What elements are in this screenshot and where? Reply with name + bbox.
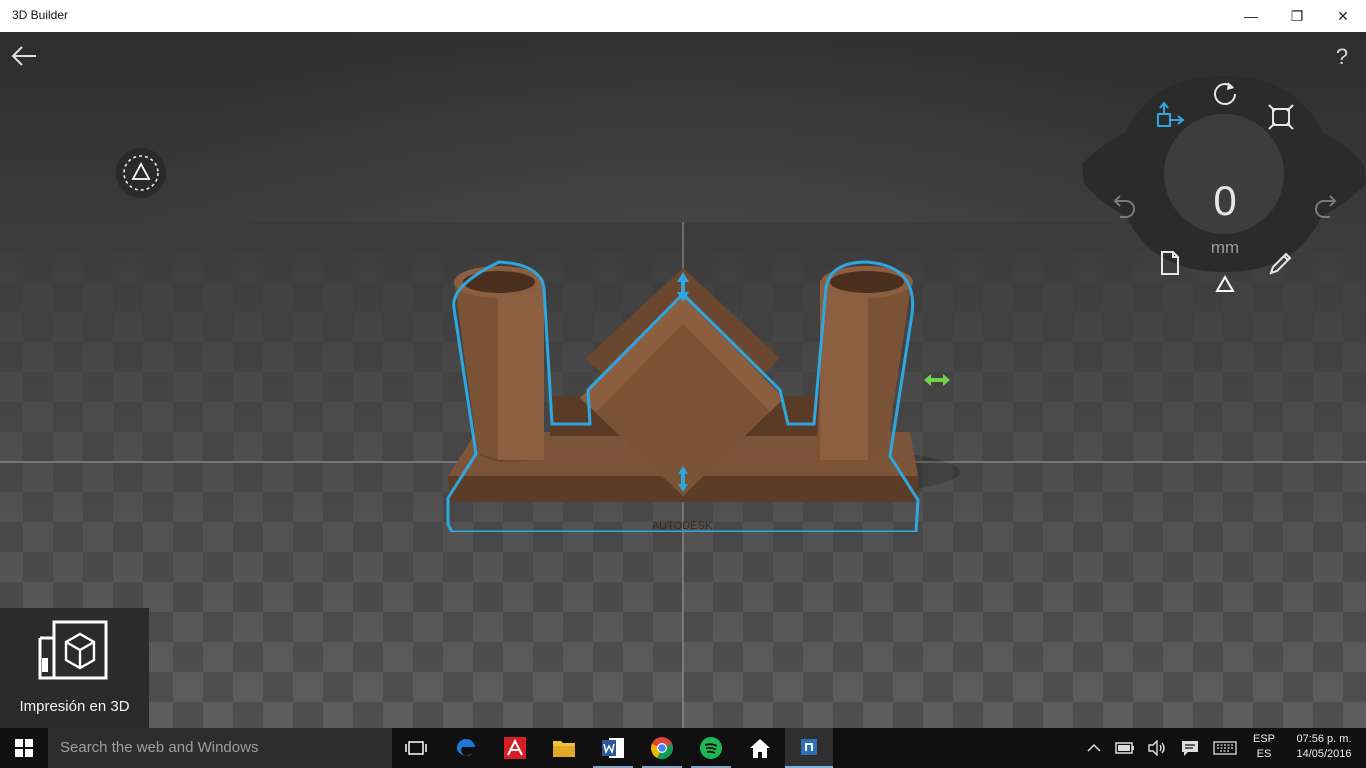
minimize-icon: — — [1244, 8, 1258, 24]
rotate-icon — [1214, 82, 1236, 105]
triangle-icon — [1215, 274, 1235, 292]
task-view-icon — [405, 741, 427, 755]
3d-model-pen-holder[interactable]: AUTODESK — [440, 232, 960, 532]
taskbar-chrome[interactable] — [638, 728, 686, 768]
close-button[interactable]: ✕ — [1320, 0, 1366, 32]
triangle-mode-button[interactable] — [1210, 272, 1240, 298]
taskbar-spotify[interactable] — [687, 728, 735, 768]
language-code: ESP — [1252, 733, 1275, 745]
search-placeholder: Search the web and Windows — [60, 739, 259, 756]
taskbar: Search the web and Windows ESP ES 07:56 … — [0, 728, 1366, 768]
battery-button[interactable] — [1112, 728, 1138, 768]
redo-icon — [1315, 195, 1337, 218]
help-icon: ? — [1335, 44, 1349, 69]
dimension-unit: mm — [1210, 238, 1240, 257]
title-bar: 3D Builder — ❐ ✕ — [0, 0, 1366, 32]
model-brand-text: AUTODESK — [652, 520, 713, 532]
action-center-button[interactable] — [1176, 728, 1204, 768]
rotate-button[interactable] — [1210, 78, 1240, 108]
start-button[interactable] — [0, 728, 48, 768]
undo-button[interactable] — [1110, 190, 1140, 220]
back-button[interactable] — [10, 44, 38, 68]
triangle-selection-icon — [123, 155, 159, 191]
print-3d-button[interactable]: Impresión en 3D — [0, 608, 149, 728]
chrome-icon — [651, 737, 673, 760]
windows-logo-icon — [15, 739, 33, 757]
task-view-button[interactable] — [392, 728, 440, 768]
restore-button[interactable]: ❐ — [1274, 0, 1320, 32]
taskbar-file-explorer[interactable] — [540, 728, 588, 768]
restore-icon: ❐ — [1290, 7, 1304, 24]
battery-icon — [1115, 742, 1134, 754]
folder-icon — [553, 741, 575, 757]
touch-keyboard-button[interactable] — [1210, 728, 1240, 768]
taskbar-3d-builder[interactable] — [785, 728, 833, 768]
move-icon — [1157, 101, 1185, 127]
taskbar-word[interactable] — [589, 728, 637, 768]
selection-mode-button[interactable] — [116, 148, 166, 198]
chevron-up-icon — [1087, 743, 1101, 752]
redo-button[interactable] — [1310, 190, 1340, 220]
show-hidden-icons-button[interactable] — [1082, 728, 1106, 768]
back-arrow-icon — [11, 46, 36, 66]
taskbar-search-box[interactable]: Search the web and Windows — [48, 728, 392, 768]
help-button[interactable]: ? — [1330, 44, 1354, 72]
clock[interactable]: 07:56 p. m. 14/05/2016 — [1286, 732, 1362, 762]
3d-builder-icon — [801, 739, 817, 755]
3d-viewport[interactable]: ? AUTODESK 0 mm Impresión en 3D — [0, 32, 1366, 728]
window-title: 3D Builder — [12, 8, 69, 22]
autodesk-app-icon — [504, 737, 526, 759]
edge-icon — [456, 738, 475, 756]
move-button[interactable] — [1154, 101, 1186, 132]
undo-icon — [1113, 195, 1135, 218]
horizontal-move-handle[interactable] — [922, 372, 952, 388]
print-3d-label: Impresión en 3D — [19, 698, 130, 715]
clock-date: 14/05/2016 — [1296, 748, 1352, 760]
word-icon — [602, 738, 624, 758]
clock-time: 07:56 p. m. — [1296, 733, 1352, 745]
scale-button[interactable] — [1266, 102, 1296, 132]
minimize-button[interactable]: — — [1228, 0, 1274, 32]
scale-icon — [1268, 104, 1294, 130]
3d-print-icon — [38, 620, 108, 680]
notification-icon — [1182, 741, 1198, 756]
taskbar-home[interactable] — [736, 728, 784, 768]
input-language[interactable]: ESP ES — [1246, 732, 1282, 762]
keyboard-icon — [1213, 741, 1237, 755]
spotify-icon — [700, 737, 722, 759]
close-icon: ✕ — [1337, 7, 1349, 24]
taskbar-edge[interactable] — [442, 728, 490, 768]
volume-button[interactable] — [1144, 728, 1170, 768]
dimension-value[interactable]: 0 — [1165, 177, 1285, 225]
home-icon — [750, 739, 770, 758]
taskbar-autodesk[interactable] — [491, 728, 539, 768]
speaker-icon — [1148, 740, 1165, 756]
keyboard-layout: ES — [1256, 748, 1272, 760]
